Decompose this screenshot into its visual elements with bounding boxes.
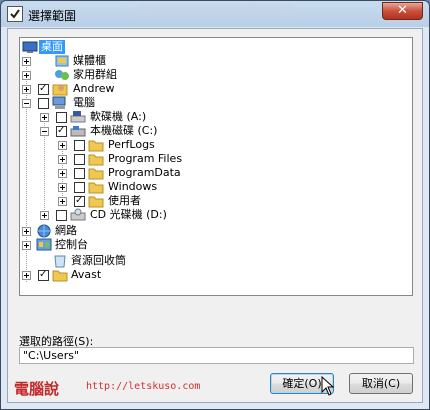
folder-icon <box>88 182 104 194</box>
desktop-icon <box>22 41 38 53</box>
collapse-toggle[interactable] <box>22 99 31 108</box>
tree-item-programdata[interactable]: ProgramData <box>22 166 182 180</box>
tree-item-recycle-bin[interactable]: 資源回收筒 <box>22 254 162 268</box>
tree-item-label: Avast <box>71 268 102 281</box>
expand-toggle[interactable] <box>22 85 31 94</box>
folder-icon <box>52 270 68 282</box>
tree-item-label: 軟碟機 (A:) <box>90 110 147 123</box>
tree-item-label: 家用群組 <box>73 68 117 81</box>
tree-item-program-files[interactable]: Program Files <box>22 152 182 166</box>
tree-item-perflogs[interactable]: PerfLogs <box>22 138 162 152</box>
tree-item-label: Andrew <box>73 82 115 95</box>
title-bar[interactable]: 選擇範圍 ✕ <box>1 1 429 27</box>
expand-toggle[interactable] <box>22 57 31 66</box>
network-icon <box>37 224 51 238</box>
library-icon <box>55 55 69 67</box>
tree-item-label: 資源回收筒 <box>71 254 126 267</box>
expand-toggle[interactable] <box>58 155 67 164</box>
expand-toggle[interactable] <box>58 197 67 206</box>
tree-item-label: ProgramData <box>108 166 181 179</box>
tree-item-windows[interactable]: Windows <box>22 180 182 194</box>
tree-item-computer[interactable]: 電腦 <box>22 96 142 110</box>
user-folder-icon <box>52 84 68 96</box>
mouse-cursor-icon <box>321 376 335 396</box>
expand-toggle[interactable] <box>22 271 31 280</box>
checkbox[interactable] <box>56 210 67 221</box>
tree-item-label: 本機磁碟 (C:) <box>90 124 158 137</box>
tree-item-label: Program Files <box>108 152 183 165</box>
blurred-background <box>141 5 291 15</box>
tree-item-label: 使用者 <box>108 194 141 207</box>
expand-toggle[interactable] <box>58 183 67 192</box>
watermark-url: http://letskuso.com <box>86 381 201 392</box>
tree-item-label: 媒體櫃 <box>73 54 106 67</box>
close-button[interactable]: ✕ <box>382 2 423 20</box>
control-panel-icon <box>36 238 52 251</box>
tree-item-libraries[interactable]: 媒體櫃 <box>22 54 142 68</box>
tree-item-network[interactable]: 網路 <box>22 224 142 238</box>
checkbox[interactable] <box>56 112 67 123</box>
tree-item-label: 電腦 <box>73 96 95 109</box>
cancel-button[interactable]: 取消(C) <box>349 373 413 394</box>
checkbox[interactable] <box>74 182 85 193</box>
tree-item-label: 控制台 <box>55 238 88 251</box>
tree-item-label: PerfLogs <box>108 138 155 151</box>
checkbox[interactable] <box>74 168 85 179</box>
recycle-bin-icon <box>54 255 66 268</box>
expand-toggle[interactable] <box>58 169 67 178</box>
tree-item-users[interactable]: 使用者 <box>22 194 182 208</box>
expand-toggle[interactable] <box>40 113 49 122</box>
expand-toggle[interactable] <box>22 241 31 250</box>
tree-item-homegroup[interactable]: 家用群組 <box>22 68 142 82</box>
folder-icon <box>88 140 104 152</box>
watermark-logo: 電腦說 <box>14 380 60 398</box>
expand-toggle[interactable] <box>22 71 31 80</box>
tree-item-control-panel[interactable]: 控制台 <box>22 238 142 252</box>
tree-item-label: 桌面 <box>39 40 65 54</box>
checkbox[interactable] <box>74 194 85 208</box>
tree-item-avast[interactable]: Avast <box>22 268 142 282</box>
checkbox[interactable] <box>38 268 49 282</box>
expand-toggle[interactable] <box>58 141 67 150</box>
checkbox[interactable] <box>56 124 67 138</box>
tree-item-label: CD 光碟機 (D:) <box>90 208 167 221</box>
tree-item-floppy[interactable]: 軟碟機 (A:) <box>22 110 162 124</box>
expand-toggle[interactable] <box>22 227 31 236</box>
path-input[interactable]: "C:\Users" <box>19 347 414 364</box>
window-title: 選擇範圍 <box>28 9 77 23</box>
checkbox[interactable] <box>38 82 49 96</box>
folder-tree[interactable]: 桌面 媒體櫃 家用群組 Andrew <box>19 37 413 296</box>
collapse-toggle[interactable] <box>40 127 49 136</box>
tree-item-andrew[interactable]: Andrew <box>22 82 142 96</box>
tree-item-label: 網路 <box>55 224 77 237</box>
folder-icon <box>88 196 104 208</box>
homegroup-icon <box>55 70 69 80</box>
tree-item-label: Windows <box>108 180 158 193</box>
close-icon: ✕ <box>397 3 408 18</box>
app-icon <box>7 6 23 22</box>
tree-item-local-disk-c[interactable]: 本機磁碟 (C:) <box>22 124 182 138</box>
dialog-window: 選擇範圍 ✕ 桌面 媒體櫃 家用群組 ✓ Andrew 電腦 軟碟機 (A:) … <box>0 0 430 410</box>
floppy-drive-icon <box>70 111 86 123</box>
expand-toggle[interactable] <box>40 211 49 220</box>
folder-icon <box>88 154 104 166</box>
checkbox[interactable] <box>74 140 85 151</box>
checkbox[interactable] <box>74 154 85 165</box>
hard-drive-icon <box>70 126 86 137</box>
computer-icon <box>52 96 66 109</box>
folder-icon <box>88 168 104 180</box>
tree-item-cd-drive[interactable]: CD 光碟機 (D:) <box>22 208 202 222</box>
dialog-body: 桌面 媒體櫃 家用群組 Andrew <box>7 28 423 403</box>
cd-drive-icon <box>70 208 86 221</box>
checkbox[interactable] <box>38 98 49 109</box>
